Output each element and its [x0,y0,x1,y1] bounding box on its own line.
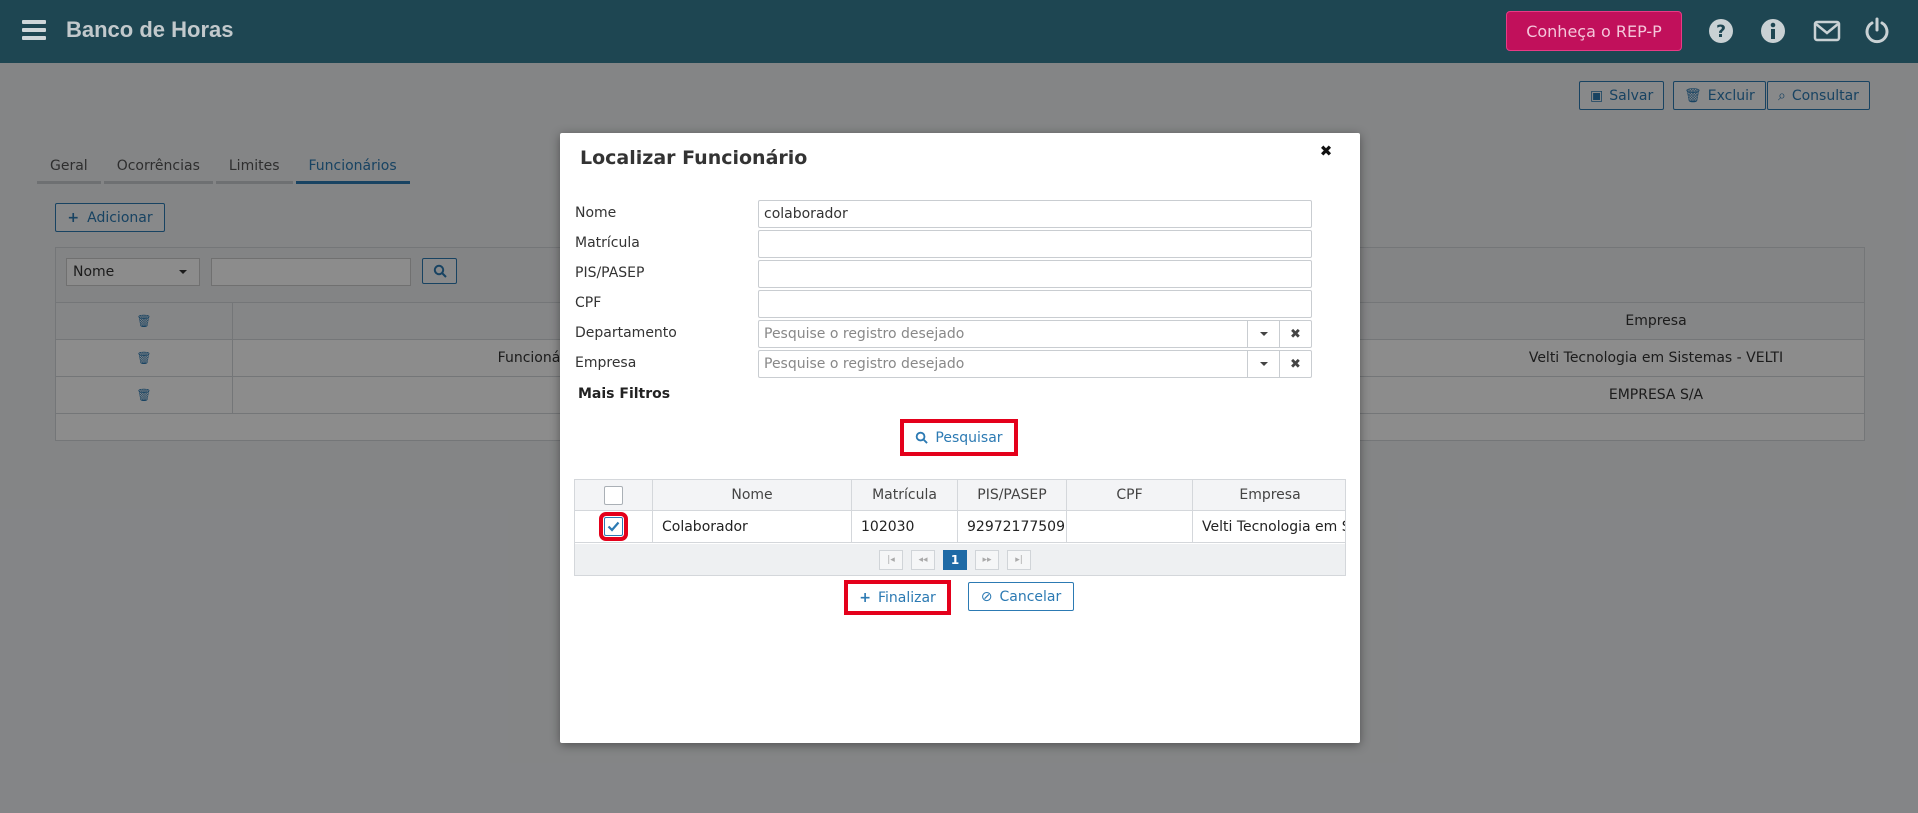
top-bar: Banco de Horas Conheça o REP-P ? [0,0,1918,63]
mail-icon[interactable] [1813,17,1841,45]
results-grid: Nome Matrícula PIS/PASEP CPF Empresa Col… [574,479,1346,576]
prev-page-button[interactable]: ◂◂ [911,550,935,570]
pis-label: PIS/PASEP [575,265,645,281]
menu-icon[interactable] [22,20,46,40]
find-employee-dialog: Localizar Funcionário ✖ Nome Matrícula P… [560,133,1360,743]
check-icon [607,521,620,532]
cpf-label: CPF [575,295,602,311]
empresa-placeholder: Pesquise o registro desejado [764,356,965,372]
results-pager: |◂ ◂◂ 1 ▸▸ ▸| [575,544,1345,575]
search-button[interactable]: Pesquisar [904,423,1014,452]
clear-icon[interactable]: ✖ [1279,351,1311,377]
clear-icon[interactable]: ✖ [1279,321,1311,347]
cancel-button[interactable]: ⊘ Cancelar [968,582,1074,611]
svg-text:?: ? [1716,22,1726,42]
last-page-button[interactable]: ▸| [1007,550,1031,570]
app-title: Banco de Horas [66,17,234,42]
close-icon[interactable]: ✖ [1316,141,1336,161]
results-header-row: Nome Matrícula PIS/PASEP CPF Empresa [575,480,1345,511]
departamento-label: Departamento [575,325,677,341]
matricula-input[interactable] [758,230,1312,258]
chevron-down-icon[interactable] [1247,351,1279,377]
promo-rep-p-button[interactable]: Conheça o REP-P [1506,11,1682,51]
page-number-button[interactable]: 1 [943,550,967,570]
first-page-button[interactable]: |◂ [879,550,903,570]
empresa-label: Empresa [575,355,637,371]
power-icon[interactable] [1863,17,1891,45]
info-icon[interactable] [1759,17,1787,45]
search-icon [916,431,929,444]
departamento-lookup[interactable]: Pesquise o registro desejado ✖ [758,320,1312,348]
dialog-title: Localizar Funcionário [580,147,808,169]
departamento-placeholder: Pesquise o registro desejado [764,326,965,342]
empresa-lookup[interactable]: Pesquise o registro desejado ✖ [758,350,1312,378]
ban-icon: ⊘ [980,588,993,605]
finish-button[interactable]: + Finalizar [848,584,947,611]
matricula-label: Matrícula [575,235,640,251]
row-checkbox[interactable] [599,512,628,541]
pis-input[interactable] [758,260,1312,288]
nome-label: Nome [575,205,617,221]
chevron-down-icon[interactable] [1247,321,1279,347]
nome-input[interactable] [758,200,1312,228]
more-filters-toggle[interactable]: Mais Filtros [578,386,670,402]
next-page-button[interactable]: ▸▸ [975,550,999,570]
table-row[interactable]: Colaborador 102030 929721775096 Velti Te… [575,511,1345,543]
select-all-checkbox[interactable] [604,485,623,505]
help-icon[interactable]: ? [1707,17,1735,45]
cpf-input[interactable] [758,290,1312,318]
plus-icon: + [859,589,871,606]
